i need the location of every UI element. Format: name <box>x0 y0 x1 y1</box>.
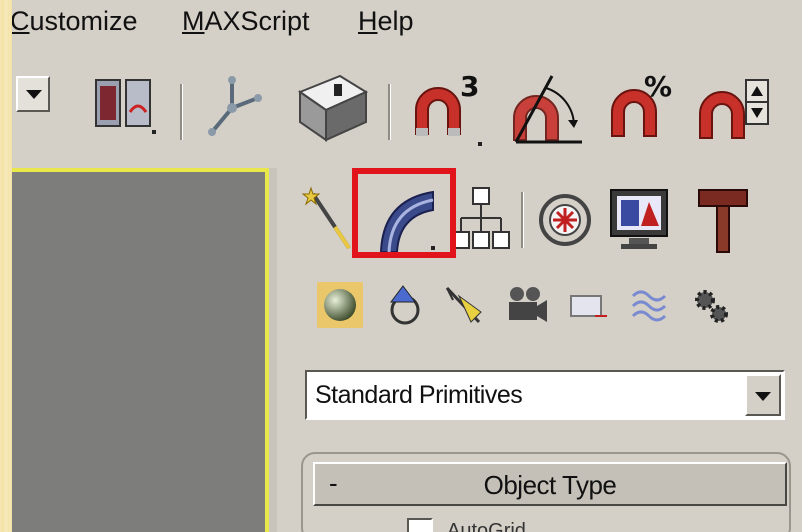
category-select[interactable]: Standard Primitives <box>305 370 785 420</box>
lights-icon[interactable] <box>441 282 487 328</box>
menu-bar: Customize MAXScript Help <box>12 0 802 42</box>
chevron-down-icon[interactable] <box>745 374 781 416</box>
toolbar-separator <box>180 84 183 140</box>
hierarchy-icon[interactable] <box>449 182 513 258</box>
object-type-rollout-header[interactable]: - Object Type <box>313 462 787 506</box>
svg-text:%: % <box>644 70 672 103</box>
percent-snap-icon[interactable]: % <box>604 64 684 150</box>
menu-help[interactable]: Help <box>358 6 414 37</box>
toolbar-separator <box>388 84 391 140</box>
systems-gear-icon[interactable] <box>687 282 733 328</box>
tab-separator <box>521 192 524 248</box>
motion-wheel-icon[interactable] <box>533 182 597 258</box>
menu-maxscript[interactable]: MAXScript <box>182 6 310 37</box>
modify-tab-highlight <box>352 168 456 258</box>
viewport-divider <box>269 168 277 532</box>
viewport[interactable] <box>12 168 269 532</box>
max-window: Customize MAXScript Help 3 % Standard Pr… <box>12 0 802 532</box>
snap-3d-magnet-icon[interactable]: 3 <box>404 64 486 150</box>
transform-gizmo-icon[interactable] <box>198 72 268 142</box>
dropdown-arrow-icon[interactable] <box>16 76 50 112</box>
utilities-hammer-icon[interactable] <box>691 182 755 258</box>
svg-text:3: 3 <box>460 70 479 103</box>
autogrid-label: AutoGrid <box>447 520 526 532</box>
spinner-snap-icon[interactable] <box>694 66 774 150</box>
layer-panels-icon[interactable] <box>92 72 162 142</box>
cameras-icon[interactable] <box>503 282 549 328</box>
geometry-sphere-icon[interactable] <box>317 282 363 328</box>
spacewarps-icon[interactable] <box>629 282 675 328</box>
autogrid-checkbox[interactable] <box>407 518 433 532</box>
helpers-icon[interactable] <box>565 282 611 328</box>
menu-customize[interactable]: Customize <box>12 6 138 37</box>
category-select-value: Standard Primitives <box>315 381 523 409</box>
shapes-icon[interactable] <box>381 282 427 328</box>
main-toolbar: 3 % <box>12 50 802 162</box>
render-teapot-icon[interactable] <box>290 70 372 144</box>
angle-snap-icon[interactable] <box>502 68 588 148</box>
display-monitor-icon[interactable] <box>607 182 671 258</box>
rollout-title: Object Type <box>483 470 617 500</box>
